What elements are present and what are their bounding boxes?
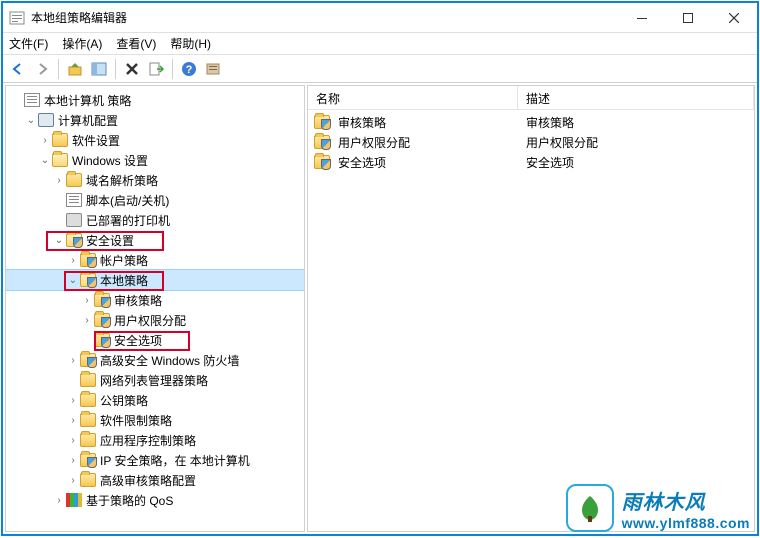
tree-network-list[interactable]: ›网络列表管理器策略 <box>6 370 304 390</box>
back-button[interactable] <box>7 58 29 80</box>
script-icon <box>66 193 82 207</box>
delete-button[interactable] <box>121 58 143 80</box>
watermark-logo-icon <box>566 484 614 532</box>
tree-name-resolution[interactable]: ›域名解析策略 <box>6 170 304 190</box>
chevron-down-icon[interactable]: ⌄ <box>24 115 38 126</box>
folder-icon <box>80 373 96 387</box>
list-item[interactable]: 审核策略 审核策略 <box>308 112 754 132</box>
tree-computer-config[interactable]: ⌄计算机配置 <box>6 110 304 130</box>
watermark-text: 雨林木风 <box>622 486 706 515</box>
tree-public-key[interactable]: ›公钥策略 <box>6 390 304 410</box>
chevron-right-icon[interactable]: › <box>66 395 80 406</box>
menu-view[interactable]: 查看(V) <box>116 35 156 52</box>
folder-icon <box>80 413 96 427</box>
tree-local-policies[interactable]: ⌄本地策略 <box>6 270 304 290</box>
folder-shield-icon <box>314 155 330 169</box>
tree-software-settings[interactable]: ›软件设置 <box>6 130 304 150</box>
chevron-right-icon[interactable]: › <box>38 135 52 146</box>
tree-ip-security[interactable]: ›IP 安全策略，在 本地计算机 <box>6 450 304 470</box>
watermark-url: www.ylmf888.com <box>622 515 750 531</box>
tree-app-control[interactable]: ›应用程序控制策略 <box>6 430 304 450</box>
folder-shield-icon <box>314 115 330 129</box>
chevron-down-icon[interactable]: ⌄ <box>66 275 80 286</box>
folder-shield-icon <box>80 253 96 267</box>
svg-text:?: ? <box>186 64 193 76</box>
show-hide-tree-button[interactable] <box>88 58 110 80</box>
folder-shield-icon <box>80 353 96 367</box>
folder-icon <box>66 173 82 187</box>
close-button[interactable] <box>711 3 757 32</box>
menu-action[interactable]: 操作(A) <box>62 35 102 52</box>
policy-icon <box>24 93 40 107</box>
app-icon <box>9 10 25 26</box>
tree-qos[interactable]: ›基于策略的 QoS <box>6 490 304 510</box>
tree-advanced-audit[interactable]: ›高级审核策略配置 <box>6 470 304 490</box>
folder-shield-icon <box>94 293 110 307</box>
window-title: 本地组策略编辑器 <box>31 9 619 26</box>
menubar: 文件(F) 操作(A) 查看(V) 帮助(H) <box>3 33 757 55</box>
titlebar: 本地组策略编辑器 <box>3 3 757 33</box>
toolbar: ? <box>3 55 757 83</box>
chevron-right-icon[interactable]: › <box>66 255 80 266</box>
export-button[interactable] <box>145 58 167 80</box>
folder-icon <box>80 393 96 407</box>
tree-software-restriction[interactable]: ›软件限制策略 <box>6 410 304 430</box>
folder-shield-icon <box>80 453 96 467</box>
folder-icon <box>52 133 68 147</box>
folder-shield-icon <box>66 233 82 247</box>
chevron-right-icon[interactable]: › <box>52 495 66 506</box>
chevron-right-icon[interactable]: › <box>52 175 66 186</box>
folder-shield-icon <box>94 313 110 327</box>
tree-windows-settings[interactable]: ⌄Windows 设置 <box>6 150 304 170</box>
chevron-right-icon[interactable]: › <box>66 435 80 446</box>
chevron-right-icon[interactable]: › <box>66 475 80 486</box>
tree-deployed-printers[interactable]: ›已部署的打印机 <box>6 210 304 230</box>
watermark: 雨林木风 www.ylmf888.com <box>566 484 750 532</box>
printer-icon <box>66 213 82 227</box>
folder-icon <box>80 473 96 487</box>
chevron-right-icon[interactable]: › <box>66 455 80 466</box>
tree-security-options[interactable]: ›安全选项 <box>6 330 304 350</box>
tree-account-policies[interactable]: ›帐户策略 <box>6 250 304 270</box>
list-header: 名称 描述 <box>308 86 754 110</box>
tree-root[interactable]: ▸本地计算机 策略 <box>6 90 304 110</box>
tree-audit-policy[interactable]: ›审核策略 <box>6 290 304 310</box>
up-button[interactable] <box>64 58 86 80</box>
minimize-button[interactable] <box>619 3 665 32</box>
tree-panel[interactable]: ▸本地计算机 策略 ⌄计算机配置 ›软件设置 ⌄Windows 设置 ›域名解析… <box>5 85 305 532</box>
filter-button[interactable] <box>202 58 224 80</box>
forward-button[interactable] <box>31 58 53 80</box>
chevron-down-icon[interactable]: ⌄ <box>38 155 52 166</box>
list-body: 审核策略 审核策略 用户权限分配 用户权限分配 安全选项 安全选项 <box>308 110 754 531</box>
folder-icon <box>80 433 96 447</box>
column-name[interactable]: 名称 <box>308 86 518 109</box>
list-item[interactable]: 安全选项 安全选项 <box>308 152 754 172</box>
tree-security-settings[interactable]: ⌄安全设置 <box>6 230 304 250</box>
folder-shield-icon <box>94 333 110 347</box>
computer-icon <box>38 113 54 127</box>
menu-file[interactable]: 文件(F) <box>9 35 48 52</box>
folder-shield-icon <box>80 273 96 287</box>
list-item[interactable]: 用户权限分配 用户权限分配 <box>308 132 754 152</box>
tree-scripts[interactable]: ›脚本(启动/关机) <box>6 190 304 210</box>
tree-windows-firewall[interactable]: ›高级安全 Windows 防火墙 <box>6 350 304 370</box>
column-desc[interactable]: 描述 <box>518 86 754 109</box>
chevron-right-icon[interactable]: › <box>66 355 80 366</box>
chevron-right-icon[interactable]: › <box>80 315 94 326</box>
maximize-button[interactable] <box>665 3 711 32</box>
tree-user-rights[interactable]: ›用户权限分配 <box>6 310 304 330</box>
menu-help[interactable]: 帮助(H) <box>170 35 211 52</box>
folder-open-icon <box>52 153 68 167</box>
folder-shield-icon <box>314 135 330 149</box>
chevron-right-icon[interactable]: › <box>66 415 80 426</box>
chevron-right-icon[interactable]: › <box>80 295 94 306</box>
chevron-down-icon[interactable]: ⌄ <box>52 235 66 246</box>
qos-icon <box>66 493 82 507</box>
list-panel: 名称 描述 审核策略 审核策略 用户权限分配 用户权限分配 安全选项 安全选项 <box>307 85 755 532</box>
help-button[interactable]: ? <box>178 58 200 80</box>
